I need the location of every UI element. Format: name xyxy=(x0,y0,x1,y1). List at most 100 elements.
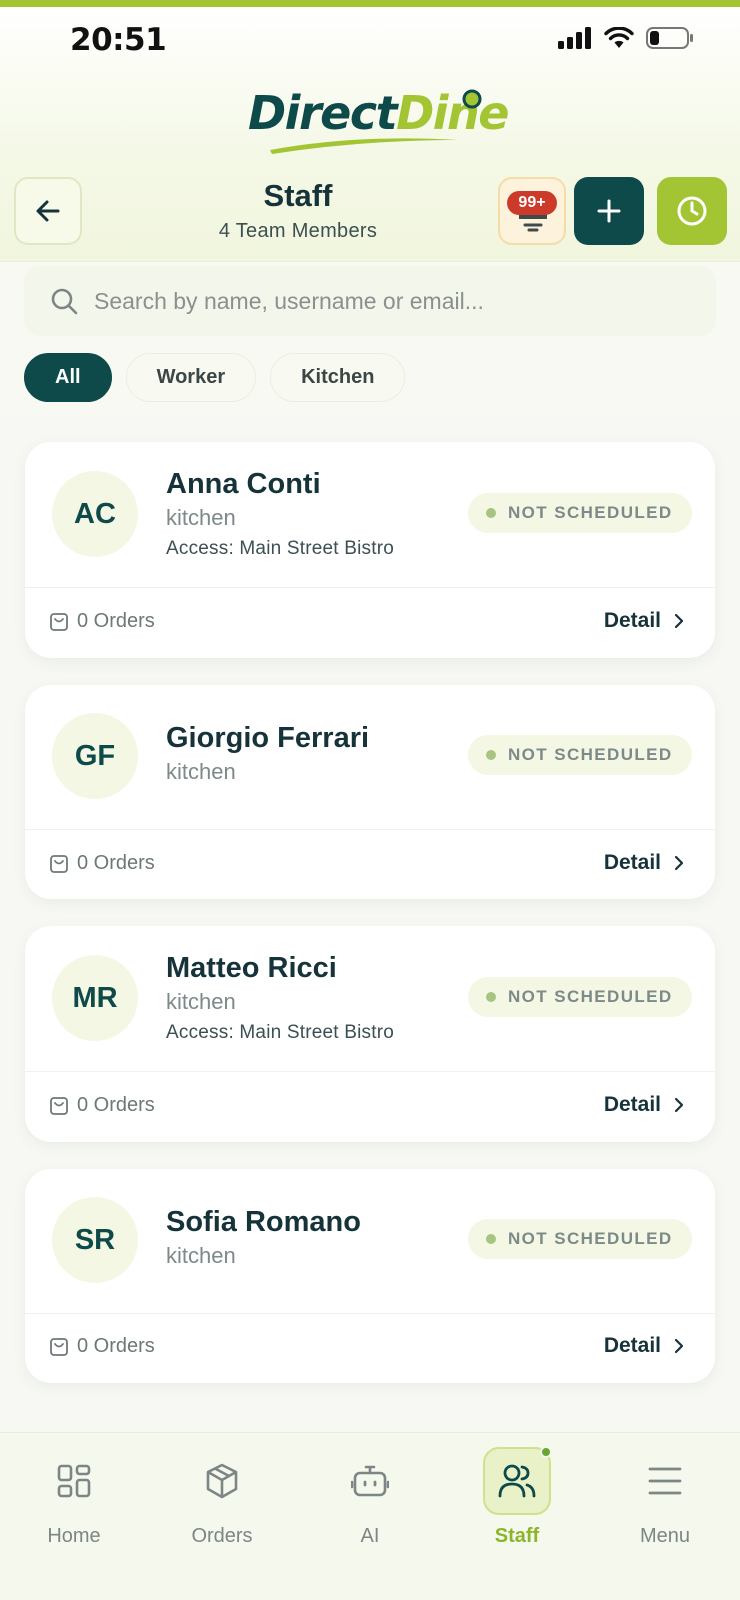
shopping-bag-icon xyxy=(50,1096,68,1115)
top-accent-bar xyxy=(0,0,740,7)
detail-link[interactable]: Detail xyxy=(604,609,685,633)
page-title: Staff xyxy=(263,178,333,213)
nav-icon-container xyxy=(40,1447,108,1515)
staff-role: kitchen xyxy=(166,989,236,1014)
status-badge: NOT SCHEDULED xyxy=(468,977,692,1017)
staff-role: kitchen xyxy=(166,759,236,784)
orders-count: 0 Orders xyxy=(49,1335,155,1358)
nav-item-menu[interactable]: Menu xyxy=(605,1433,725,1573)
nav-label: AI xyxy=(360,1525,380,1547)
nav-icon-container xyxy=(188,1447,256,1515)
status-badge: NOT SCHEDULED xyxy=(468,735,692,775)
shopping-bag-icon xyxy=(50,854,68,873)
logo-dot-icon xyxy=(462,89,482,109)
box-icon xyxy=(206,1463,238,1499)
orders-count: 0 Orders xyxy=(49,610,155,633)
battery-icon xyxy=(646,26,694,55)
staff-card: MR Matteo Ricci kitchen Access: Main Str… xyxy=(25,926,715,1142)
status-badge: NOT SCHEDULED xyxy=(468,1219,692,1259)
active-indicator-dot xyxy=(540,1446,552,1458)
menu-icon xyxy=(648,1467,682,1495)
staff-card: AC Anna Conti kitchen Access: Main Stree… xyxy=(25,442,715,658)
status-text: NOT SCHEDULED xyxy=(508,503,673,522)
bottom-nav: Home Orders AI Staff Menu xyxy=(0,1432,740,1600)
filter-chip-kitchen[interactable]: Kitchen xyxy=(270,353,406,402)
status-icons xyxy=(558,26,694,55)
orders-count: 0 Orders xyxy=(49,1094,155,1117)
orders-label: 0 Orders xyxy=(77,610,155,632)
detail-label: Detail xyxy=(603,609,661,632)
nav-label: Staff xyxy=(494,1525,540,1547)
notifications-button[interactable]: 99+ xyxy=(498,177,566,245)
users-icon xyxy=(498,1464,536,1498)
avatar: AC xyxy=(52,471,138,557)
orders-label: 0 Orders xyxy=(77,852,155,874)
avatar: MR xyxy=(52,955,138,1041)
nav-label: Menu xyxy=(639,1525,691,1547)
wifi-icon xyxy=(604,26,634,54)
status-text: NOT SCHEDULED xyxy=(508,1229,673,1248)
staff-name: Anna Conti xyxy=(166,468,321,500)
detail-link[interactable]: Detail xyxy=(604,851,685,875)
filter-chips: All Worker Kitchen xyxy=(24,353,406,402)
grid-icon xyxy=(57,1464,91,1498)
orders-label: 0 Orders xyxy=(77,1335,155,1357)
schedule-button[interactable] xyxy=(657,177,727,245)
nav-icon-container xyxy=(483,1446,552,1515)
shopping-bag-icon xyxy=(50,1337,68,1356)
chevron-right-icon xyxy=(674,855,684,871)
staff-list: AC Anna Conti kitchen Access: Main Stree… xyxy=(0,418,740,1432)
logo-dine-text: Dine xyxy=(396,86,509,140)
search-bar[interactable] xyxy=(24,266,716,336)
status-text: NOT SCHEDULED xyxy=(508,745,673,764)
signal-icon xyxy=(558,27,592,54)
search-icon xyxy=(51,288,78,315)
status-dot xyxy=(486,992,496,1002)
chevron-right-icon xyxy=(674,613,684,629)
detail-label: Detail xyxy=(603,1334,661,1357)
nav-item-home[interactable]: Home xyxy=(14,1433,134,1573)
detail-label: Detail xyxy=(603,1093,661,1116)
clock-icon xyxy=(677,196,707,226)
nav-icon-container xyxy=(631,1447,699,1515)
detail-label: Detail xyxy=(603,851,661,874)
add-staff-button[interactable] xyxy=(574,177,644,245)
detail-link[interactable]: Detail xyxy=(604,1334,685,1358)
nav-item-staff[interactable]: Staff xyxy=(457,1433,577,1573)
orders-label: 0 Orders xyxy=(77,1094,155,1116)
card-divider xyxy=(25,1313,715,1314)
arrow-left-icon xyxy=(36,200,60,222)
staff-name: Sofia Romano xyxy=(166,1206,361,1238)
nav-label: Home xyxy=(47,1525,101,1547)
card-divider xyxy=(25,587,715,588)
robot-icon xyxy=(351,1465,389,1497)
nav-label: Orders xyxy=(191,1525,253,1547)
avatar: SR xyxy=(52,1197,138,1283)
status-dot xyxy=(486,508,496,518)
chevron-right-icon xyxy=(674,1338,684,1354)
back-button[interactable] xyxy=(14,177,82,245)
staff-role: kitchen xyxy=(166,505,236,530)
filter-chip-all[interactable]: All xyxy=(24,353,112,402)
staff-name: Matteo Ricci xyxy=(166,952,337,984)
page-title-group: Staff 4 Team Members xyxy=(180,178,416,243)
notification-badge: 99+ xyxy=(507,191,557,215)
logo-swoosh-icon xyxy=(270,138,458,154)
plus-icon xyxy=(597,199,621,223)
staff-card: SR Sofia Romano kitchen NOT SCHEDULED 0 … xyxy=(25,1169,715,1383)
status-time: 20:51 xyxy=(70,22,167,58)
status-badge: NOT SCHEDULED xyxy=(468,493,692,533)
search-input[interactable] xyxy=(94,287,674,315)
nav-item-ai[interactable]: AI xyxy=(310,1433,430,1573)
staff-role: kitchen xyxy=(166,1243,236,1268)
status-dot xyxy=(486,1234,496,1244)
staff-name: Giorgio Ferrari xyxy=(166,722,370,754)
status-text: NOT SCHEDULED xyxy=(508,987,673,1006)
avatar: GF xyxy=(52,713,138,799)
logo-direct-text: Direct xyxy=(248,86,398,140)
detail-link[interactable]: Detail xyxy=(604,1093,685,1117)
filter-chip-worker[interactable]: Worker xyxy=(125,353,257,402)
chevron-right-icon xyxy=(674,1097,684,1113)
nav-item-orders[interactable]: Orders xyxy=(162,1433,282,1573)
staff-access: Access: Main Street Bistro xyxy=(166,1022,394,1043)
